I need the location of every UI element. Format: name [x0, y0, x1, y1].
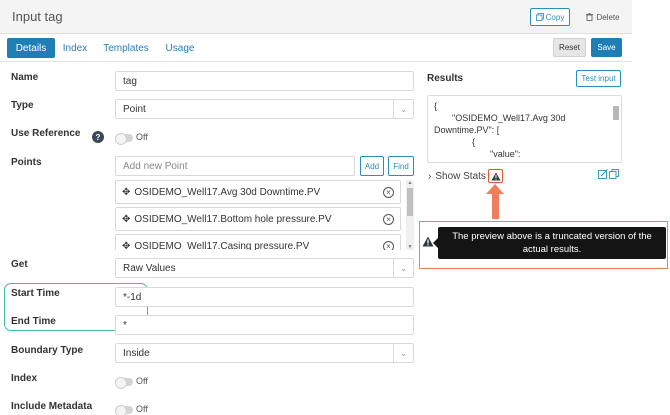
test-input-button[interactable]: Test input — [576, 70, 621, 87]
start-time-input[interactable]: *-1d — [115, 287, 414, 307]
include-metadata-toggle[interactable] — [115, 405, 133, 415]
reset-button[interactable]: Reset — [553, 38, 586, 57]
index-state: Off — [136, 376, 148, 386]
tab-details[interactable]: Details — [7, 38, 55, 58]
result-line: { — [472, 137, 476, 147]
chevron-down-icon: ⌄ — [393, 344, 413, 362]
type-value: Point — [123, 103, 146, 115]
move-icon[interactable]: ✥ — [122, 214, 130, 225]
delete-button[interactable]: Delete — [578, 8, 628, 26]
point-name: OSIDEMO_Well17.Casing pressure.PV — [134, 240, 310, 251]
list-item[interactable]: ✥ OSIDEMO_Well17.Bottom hole pressure.PV… — [115, 207, 401, 231]
scroll-down-icon[interactable]: ▼ — [406, 244, 414, 250]
type-select[interactable]: Point ⌄ — [115, 99, 414, 119]
move-icon[interactable]: ✥ — [122, 187, 130, 198]
boundary-type-select[interactable]: Inside ⌄ — [115, 343, 414, 363]
result-line: Downtime.PV": [ — [434, 125, 500, 135]
result-line: "OSIDEMO_Well17.Avg 30d — [452, 113, 566, 123]
point-name: OSIDEMO_Well17.Bottom hole pressure.PV — [134, 213, 332, 225]
boundary-type-value: Inside — [123, 347, 150, 359]
name-input[interactable]: tag — [115, 71, 414, 91]
show-stats-toggle[interactable]: › Show Stats — [428, 171, 486, 182]
points-list: ✥ OSIDEMO_Well17.Avg 30d Downtime.PV × ✥… — [115, 180, 414, 250]
trash-icon — [586, 13, 594, 21]
start-time-value: *-1d — [123, 291, 142, 303]
copy-icon — [535, 13, 544, 21]
title-bar: Input tag Copy Delete — [0, 0, 632, 34]
warning-icon[interactable] — [488, 169, 503, 183]
points-label: Points — [11, 157, 42, 168]
name-label: Name — [11, 72, 39, 83]
edit-icon[interactable] — [598, 169, 608, 179]
add-point-input[interactable]: Add new Point — [115, 156, 355, 176]
page-title: Input tag — [12, 9, 63, 24]
results-preview[interactable]: { "OSIDEMO_Well17.Avg 30d Downtime.PV": … — [427, 95, 622, 163]
scroll-thumb[interactable] — [407, 188, 413, 216]
remove-icon[interactable]: × — [383, 241, 394, 250]
end-time-value: * — [123, 319, 127, 331]
start-time-label: Start Time — [11, 288, 60, 299]
truncation-tooltip: The preview above is a truncated version… — [438, 227, 666, 259]
include-metadata-state: Off — [136, 404, 148, 414]
get-select[interactable]: Raw Values ⌄ — [115, 258, 414, 278]
chevron-down-icon: ⌄ — [393, 259, 413, 277]
save-button[interactable]: Save — [591, 38, 622, 57]
get-label: Get — [11, 259, 28, 270]
name-value: tag — [123, 75, 137, 87]
add-point-button[interactable]: Add — [360, 156, 384, 176]
list-item[interactable]: ✥ OSIDEMO_Well17.Casing pressure.PV × — [115, 234, 401, 250]
remove-icon[interactable]: × — [383, 187, 394, 198]
include-metadata-label: Include Metadata — [11, 401, 93, 412]
end-time-input[interactable]: * — [115, 315, 414, 335]
end-time-label: End Time — [11, 316, 56, 327]
remove-icon[interactable]: × — [383, 214, 394, 225]
results-scrollbar[interactable] — [613, 98, 619, 160]
index-toggle[interactable] — [115, 377, 133, 389]
result-line: "value": — [490, 149, 521, 159]
chevron-down-icon: ⌄ — [393, 100, 413, 118]
tab-templates[interactable]: Templates — [100, 38, 152, 58]
tab-usage[interactable]: Usage — [162, 38, 198, 58]
list-item[interactable]: ✥ OSIDEMO_Well17.Avg 30d Downtime.PV × — [115, 180, 401, 204]
callout-arrow — [492, 192, 499, 219]
scroll-up-icon[interactable]: ▲ — [406, 180, 414, 186]
result-line: { — [434, 101, 438, 111]
copy-icon[interactable] — [609, 169, 619, 179]
delete-label: Delete — [596, 12, 620, 22]
copy-button[interactable]: Copy — [530, 8, 570, 26]
use-reference-label: Use Reference — [11, 128, 81, 139]
find-point-button[interactable]: Find — [388, 156, 414, 176]
move-icon[interactable]: ✥ — [122, 241, 130, 251]
use-reference-state: Off — [136, 132, 148, 142]
add-point-placeholder: Add new Point — [123, 160, 188, 172]
copy-label: Copy — [545, 12, 565, 22]
type-label: Type — [11, 100, 34, 111]
edit-actions — [598, 169, 619, 179]
boundary-type-label: Boundary Type — [11, 345, 84, 356]
point-name: OSIDEMO_Well17.Avg 30d Downtime.PV — [134, 186, 321, 198]
show-stats-label: Show Stats — [435, 171, 486, 182]
index-label: Index — [11, 373, 38, 384]
tab-bar: Details Index Templates Usage Reset Save — [0, 34, 632, 62]
help-icon[interactable]: ? — [92, 131, 104, 143]
scroll-thumb[interactable] — [613, 106, 619, 120]
tab-index[interactable]: Index — [60, 38, 90, 58]
chevron-right-icon: › — [428, 171, 432, 182]
results-label: Results — [427, 73, 464, 84]
get-value: Raw Values — [123, 262, 176, 274]
use-reference-toggle[interactable] — [115, 133, 133, 145]
points-scrollbar[interactable]: ▲ ▼ — [406, 180, 414, 250]
